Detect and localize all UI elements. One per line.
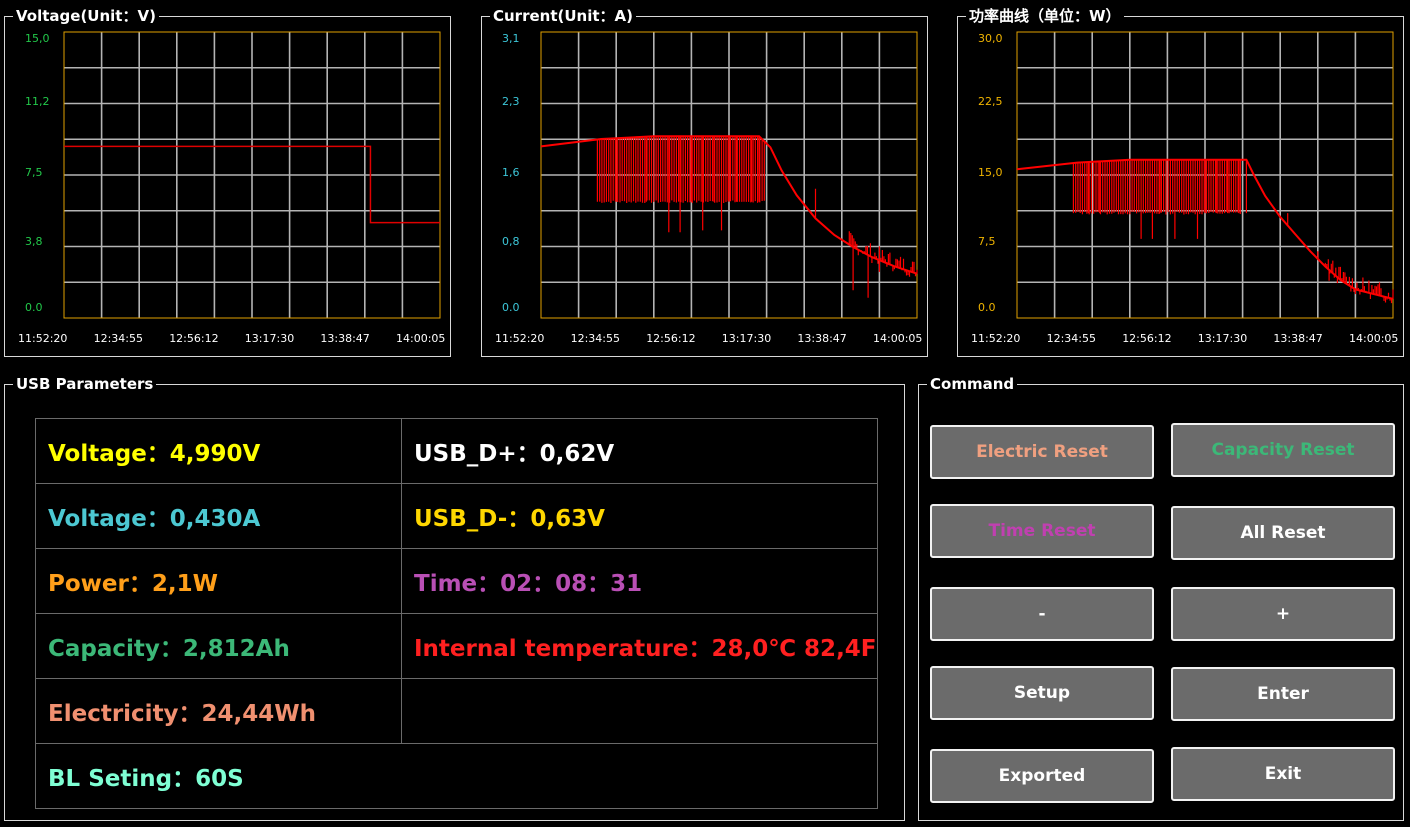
x-tick-label: 13:17:30 [722,332,771,345]
x-tick-label: 13:17:30 [1198,332,1247,345]
x-tick-label: 14:00:05 [873,332,922,345]
electric-reset-button[interactable]: Electric Reset [930,425,1154,479]
x-tick-label: 12:34:55 [1047,332,1096,345]
time-value: Time：02：08：31 [401,548,878,614]
table-row: Voltage：0,430A USB_D-：0,63V [35,483,878,549]
enter-button[interactable]: Enter [1171,667,1395,721]
y-tick-label: 30,0 [978,32,1003,45]
usb-parameters-group: USB Parameters Voltage：4,990V USB_D+：0,6… [4,375,905,821]
exit-button[interactable]: Exit [1171,747,1395,801]
setup-button[interactable]: Setup [930,666,1154,720]
power-chart: 30,0 22,5 15,0 7,5 0.0 11:52:20 12:34:55 12:56:… [971,31,1398,345]
voltage-value: Voltage：4,990V [35,418,402,484]
current-chart: 3,1 2,3 1,6 0,8 0.0 11:52:20 12:34:55 12:56:12 1… [495,31,922,345]
decrease-button[interactable]: - [930,587,1154,641]
capacity-reset-button[interactable]: Capacity Reset [1171,423,1395,477]
power-value: Power：2,1W [35,548,402,614]
y-tick-label: 15,0 [978,166,1003,179]
x-tick-label: 12:56:12 [1122,332,1171,345]
x-tick-label: 12:56:12 [646,332,695,345]
y-tick-label: 2,3 [502,95,520,108]
table-row: Capacity：2,812Ah Internal temperature：28… [35,613,878,679]
voltage-chart-group: Voltage(Unit：V) 15,0 11,2 7,5 3,8 0.0 11:52:2… [4,7,451,357]
table-row: Voltage：4,990V USB_D+：0,62V [35,418,878,484]
usb-dplus-value: USB_D+：0,62V [401,418,878,484]
increase-button[interactable]: + [1171,587,1395,641]
y-tick-label: 0,8 [502,235,520,248]
command-title: Command [927,375,1018,393]
command-group: Command Electric Reset Capacity Reset Ti… [918,375,1404,821]
bl-setting-value: BL Seting：60S [35,743,878,809]
x-tick-label: 13:38:47 [320,332,369,345]
all-reset-button[interactable]: All Reset [1171,506,1395,560]
usb-parameters-table: Voltage：4,990V USB_D+：0,62V Voltage：0,43… [35,418,878,809]
usb-parameters-title: USB Parameters [13,375,157,393]
y-tick-label: 7,5 [25,166,43,179]
internal-temperature-value: Internal temperature：28,0℃ 82,4F [401,613,878,679]
y-tick-label: 11,2 [25,95,50,108]
exported-button[interactable]: Exported [930,749,1154,803]
y-tick-label: 3,8 [25,235,43,248]
table-row: Power：2,1W Time：02：08：31 [35,548,878,614]
time-reset-button[interactable]: Time Reset [930,504,1154,558]
y-tick-label: 22,5 [978,95,1003,108]
electricity-value: Electricity：24,44Wh [35,678,402,744]
x-tick-label: 13:17:30 [245,332,294,345]
x-tick-label: 12:56:12 [169,332,218,345]
y-tick-label: 0.0 [502,301,520,314]
capacity-value: Capacity：2,812Ah [35,613,402,679]
table-row: BL Seting：60S [35,743,878,809]
voltage-chart: 15,0 11,2 7,5 3,8 0.0 11:52:20 12:34:55 12:56:1… [18,31,445,345]
x-tick-label: 12:34:55 [94,332,143,345]
y-tick-label: 1,6 [502,166,520,179]
table-row: Electricity：24,44Wh [35,678,878,744]
x-tick-label: 14:00:05 [396,332,445,345]
current-chart-group: Current(Unit：A) 3,1 2,3 1,6 0,8 0.0 11:52:20 1… [481,7,928,357]
y-tick-label: 3,1 [502,32,520,45]
current-series-spikes [596,136,918,298]
empty-cell [401,678,878,744]
x-tick-label: 13:38:47 [1273,332,1322,345]
x-tick-label: 13:38:47 [797,332,846,345]
current-value: Voltage：0,430A [35,483,402,549]
y-tick-label: 15,0 [25,32,50,45]
y-tick-label: 0.0 [25,301,43,314]
usb-dminus-value: USB_D-：0,63V [401,483,878,549]
x-tick-label: 14:00:05 [1349,332,1398,345]
x-tick-label: 11:52:20 [495,332,544,345]
y-tick-label: 7,5 [978,235,996,248]
x-tick-label: 12:34:55 [571,332,620,345]
y-tick-label: 0.0 [978,301,996,314]
x-tick-label: 11:52:20 [18,332,67,345]
power-chart-group: 功率曲线（单位：W） 30,0 22,5 15,0 7,5 0.0 11:52:20 12:… [957,7,1404,357]
x-tick-label: 11:52:20 [971,332,1020,345]
